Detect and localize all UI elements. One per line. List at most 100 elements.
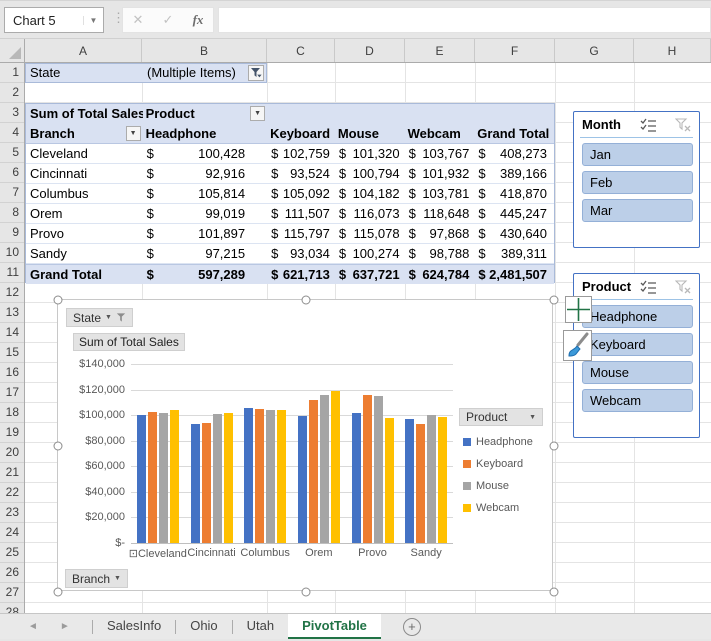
sheet-tab-utah[interactable]: Utah (233, 614, 288, 639)
pivot-filter-value[interactable]: (Multiple Items) (143, 64, 266, 82)
chart-bar-headphone-cleveland[interactable] (137, 415, 146, 543)
row-header-16[interactable]: 16 (0, 363, 24, 383)
pivot-filter-field[interactable]: State (26, 64, 143, 82)
chart-bar-headphone-sandy[interactable] (405, 419, 414, 543)
row-header-4[interactable]: 4 (0, 123, 24, 143)
chart-bar-mouse-provo[interactable] (374, 396, 383, 543)
sheet-tab-pivottable[interactable]: PivotTable (288, 614, 381, 639)
column-header-e[interactable]: E (405, 39, 475, 62)
chart-bar-webcam-sandy[interactable] (438, 417, 447, 543)
legend-item-webcam[interactable]: Webcam (463, 502, 519, 514)
row-header-21[interactable]: 21 (0, 463, 24, 483)
pivot-cell[interactable]: $100,274 (335, 244, 405, 263)
legend-item-mouse[interactable]: Mouse (463, 480, 509, 492)
pivot-column-header[interactable]: Mouse (335, 124, 405, 143)
tab-scroll-left-icon[interactable]: ◄ (28, 621, 38, 632)
row-header-6[interactable]: 6 (0, 163, 24, 183)
pivot-cell[interactable]: $103,781 (405, 184, 475, 203)
row-header-17[interactable]: 17 (0, 383, 24, 403)
name-box[interactable]: Chart 5 ▼ (4, 7, 104, 33)
clear-filter-icon[interactable] (675, 118, 691, 137)
pivot-cell[interactable]: $104,182 (335, 184, 405, 203)
row-header-9[interactable]: 9 (0, 223, 24, 243)
row-header-12[interactable]: 12 (0, 283, 24, 303)
pivot-row-label[interactable]: Cincinnati (26, 164, 143, 183)
pivot-cell[interactable]: $115,797 (267, 224, 335, 243)
row-header-2[interactable]: 2 (0, 83, 24, 103)
slicer-item-webcam[interactable]: Webcam (582, 389, 693, 412)
chart-bar-keyboard-provo[interactable] (363, 395, 372, 543)
legend-item-headphone[interactable]: Headphone (463, 436, 533, 448)
column-header-a[interactable]: A (25, 39, 142, 62)
column-header-b[interactable]: B (142, 39, 267, 62)
sheet-tab-ohio[interactable]: Ohio (176, 614, 231, 639)
column-header-g[interactable]: G (555, 39, 634, 62)
legend-item-keyboard[interactable]: Keyboard (463, 458, 523, 470)
chart-bar-mouse-sandy[interactable] (427, 415, 436, 543)
pivot-cell[interactable]: $100,794 (335, 164, 405, 183)
pivot-cell[interactable]: $624,784 (405, 265, 475, 284)
column-field-dropdown-icon[interactable]: ▼ (250, 106, 265, 121)
pivot-row-label[interactable]: Cleveland (26, 144, 143, 163)
insert-function-icon[interactable]: fx (183, 12, 213, 28)
chart-bar-keyboard-cleveland[interactable] (148, 412, 157, 543)
pivot-cell[interactable]: $105,092 (267, 184, 335, 203)
chart-bar-webcam-columbus[interactable] (277, 410, 286, 543)
pivot-cell[interactable]: $430,640 (474, 224, 554, 243)
row-header-3[interactable]: 3 (0, 103, 24, 123)
row-header-18[interactable]: 18 (0, 403, 24, 423)
new-sheet-button[interactable]: + (403, 618, 421, 636)
clear-filter-icon[interactable] (675, 280, 691, 299)
chart-resize-handle[interactable] (302, 588, 311, 597)
slicer-month[interactable]: Month JanFebMar (573, 111, 700, 248)
slicer-product[interactable]: Product HeadphoneKeyboardMouseWebcam (573, 273, 700, 438)
slicer-item-mouse[interactable]: Mouse (582, 361, 693, 384)
pivot-cell[interactable]: $637,721 (335, 265, 405, 284)
pivot-row-field[interactable]: Branch▼ (26, 124, 143, 143)
chart-bar-headphone-cincinnati[interactable] (191, 424, 200, 543)
sheet-tab-salesinfo[interactable]: SalesInfo (93, 614, 175, 639)
pivot-cell[interactable]: $102,759 (267, 144, 335, 163)
row-header-24[interactable]: 24 (0, 523, 24, 543)
chart-bar-webcam-cincinnati[interactable] (224, 413, 233, 543)
formula-input[interactable] (218, 7, 711, 33)
row-field-dropdown-icon[interactable]: ▼ (126, 126, 141, 141)
pivot-row-label[interactable]: Provo (26, 224, 143, 243)
pivot-cell[interactable]: $621,713 (267, 265, 335, 284)
pivot-row-label[interactable]: Sandy (26, 244, 143, 263)
chart-resize-handle[interactable] (54, 296, 63, 305)
multi-select-icon[interactable] (640, 280, 657, 299)
slicer-item-headphone[interactable]: Headphone (582, 305, 693, 328)
pivot-cell[interactable] (405, 104, 475, 124)
name-box-dropdown-icon[interactable]: ▼ (83, 16, 103, 25)
pivot-cell[interactable] (267, 104, 335, 124)
row-header-1[interactable]: 1 (0, 63, 24, 83)
row-header-8[interactable]: 8 (0, 203, 24, 223)
chart-bar-keyboard-columbus[interactable] (255, 409, 264, 543)
pivot-cell[interactable]: $93,524 (267, 164, 335, 183)
pivot-cell[interactable]: $389,166 (474, 164, 554, 183)
pivot-cell[interactable]: $418,870 (474, 184, 554, 203)
row-header-22[interactable]: 22 (0, 483, 24, 503)
pivot-chart[interactable]: State ▼ Sum of Total Sales $-$20,000$40,… (57, 299, 553, 591)
slicer-item-mar[interactable]: Mar (582, 199, 693, 222)
pivot-cell[interactable]: $389,311 (474, 244, 554, 263)
pivot-column-header[interactable]: Headphone (143, 124, 268, 143)
pivot-cell[interactable]: $98,788 (405, 244, 475, 263)
pivot-cell[interactable]: $408,273 (474, 144, 554, 163)
pivot-row-label[interactable]: Grand Total (26, 265, 143, 284)
row-header-13[interactable]: 13 (0, 303, 24, 323)
row-header-10[interactable]: 10 (0, 243, 24, 263)
chart-filter-field-button[interactable]: State ▼ (66, 308, 133, 327)
pivot-cell[interactable]: $101,320 (335, 144, 405, 163)
enter-icon[interactable]: ✓ (153, 12, 183, 28)
chart-bar-keyboard-orem[interactable] (309, 400, 318, 543)
pivot-cell[interactable]: $111,507 (267, 204, 335, 223)
chart-bar-headphone-columbus[interactable] (244, 408, 253, 543)
column-header-d[interactable]: D (335, 39, 405, 62)
slicer-item-keyboard[interactable]: Keyboard (582, 333, 693, 356)
pivot-cell[interactable]: $100,428 (143, 144, 268, 163)
pivot-row-label[interactable]: Columbus (26, 184, 143, 203)
pivot-cell[interactable]: $99,019 (143, 204, 268, 223)
row-header-7[interactable]: 7 (0, 183, 24, 203)
